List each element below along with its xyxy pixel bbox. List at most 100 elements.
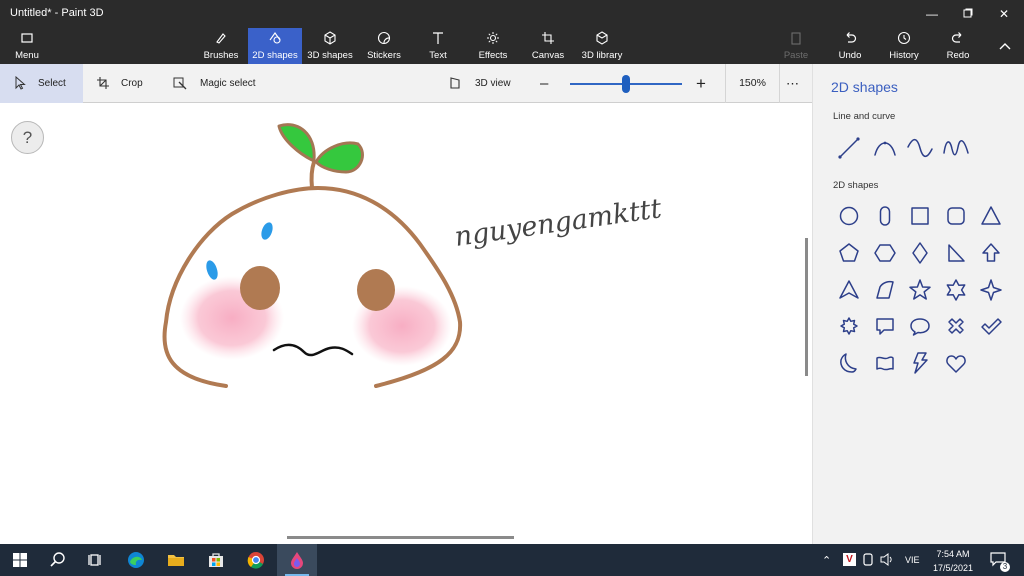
edge-icon [128, 552, 144, 568]
zoom-percentage[interactable]: 150% [725, 64, 780, 103]
paste-button[interactable]: Paste [780, 28, 812, 64]
tab-stickers[interactable]: Stickers [362, 28, 406, 64]
taskbar: ⌃ V VIE 7:54 AM 17/5/2021 3 [0, 544, 1024, 576]
tab-label: Text [429, 50, 447, 61]
zoom-out-button[interactable]: – [540, 64, 556, 103]
wave-curve-icon[interactable] [941, 133, 971, 163]
diamond-icon[interactable] [905, 238, 935, 268]
paint-3d-app[interactable] [277, 544, 317, 576]
open-triangle-icon[interactable] [834, 275, 864, 305]
check-icon[interactable] [976, 311, 1006, 341]
2d-shapes-heading: 2D shapes [833, 180, 879, 191]
banner-icon[interactable] [870, 348, 900, 378]
circle-icon[interactable] [834, 201, 864, 231]
triangle-icon[interactable] [976, 201, 1006, 231]
rounded-pill-icon[interactable] [870, 201, 900, 231]
history-button[interactable]: History [884, 28, 924, 64]
right-triangle-icon[interactable] [941, 238, 971, 268]
tab-canvas[interactable]: Canvas [528, 28, 568, 64]
task-view-icon [88, 554, 101, 566]
panel-title: 2D shapes [831, 79, 898, 95]
quarter-shape-icon[interactable] [870, 275, 900, 305]
arrow-up-icon[interactable] [976, 238, 1006, 268]
notification-count-badge: 3 [1000, 562, 1010, 572]
zoom-in-button[interactable]: + [696, 64, 712, 103]
more-options-button[interactable]: ⋯ [786, 64, 802, 103]
volume-icon[interactable] [880, 553, 894, 568]
history-clock-icon [897, 31, 911, 45]
start-button[interactable] [0, 544, 40, 576]
canvas-crop-icon [542, 32, 554, 44]
edge-app[interactable] [116, 544, 156, 576]
tab-label: Effects [478, 50, 508, 61]
close-button[interactable]: ✕ [990, 4, 1018, 24]
square-icon[interactable] [905, 201, 935, 231]
burst-icon[interactable] [834, 311, 864, 341]
clock-time[interactable]: 7:54 AM [924, 549, 982, 559]
store-app[interactable] [196, 544, 236, 576]
tab-3d-shapes[interactable]: 3D shapes [306, 28, 354, 64]
pentagon-icon[interactable] [834, 238, 864, 268]
drawing: nguyengamkttt [162, 123, 664, 388]
star-4-icon[interactable] [976, 275, 1006, 305]
undo-button[interactable]: Undo [834, 28, 866, 64]
tab-label: Brushes [203, 50, 239, 61]
search-button[interactable] [38, 544, 78, 576]
show-hidden-icons[interactable]: ⌃ [822, 554, 831, 567]
task-view-button[interactable] [76, 544, 116, 576]
crop-tool[interactable]: Crop [96, 64, 156, 103]
ribbon: Menu Brushes 2D shapes 3D shapes Sticker… [0, 28, 1024, 64]
right-leaf [314, 141, 364, 174]
file-explorer-app[interactable] [156, 544, 196, 576]
star-6-icon[interactable] [941, 275, 971, 305]
left-leaf [277, 123, 316, 162]
select-label: Select [38, 78, 66, 89]
chrome-app[interactable] [236, 544, 276, 576]
tab-brushes[interactable]: Brushes [198, 28, 244, 64]
right-eye [357, 269, 395, 311]
zoom-slider-thumb[interactable] [622, 75, 630, 93]
speech-rectangle-icon[interactable] [870, 311, 900, 341]
antivirus-tray-icon[interactable]: V [843, 553, 856, 566]
tab-effects[interactable]: Effects [474, 28, 512, 64]
tab-2d-shapes[interactable]: 2D shapes [248, 28, 302, 64]
2d-shapes-panel: 2D shapes Line and curve 2D shapes [812, 64, 1024, 544]
collapse-ribbon-button[interactable] [992, 28, 1018, 64]
maximize-button[interactable] [954, 4, 982, 24]
menu-button[interactable]: Menu [6, 28, 48, 64]
paint-3d-window: Untitled* - Paint 3D — ✕ Menu Brushes 2D… [0, 0, 1024, 576]
clock-date[interactable]: 17/5/2021 [924, 563, 982, 573]
tab-text[interactable]: Text [420, 28, 456, 64]
vertical-scrollbar[interactable] [805, 238, 808, 376]
redo-button[interactable]: Redo [942, 28, 974, 64]
speech-oval-icon[interactable] [905, 311, 935, 341]
line-icon[interactable] [834, 133, 864, 163]
history-label: History [889, 50, 919, 61]
crop-label: Crop [121, 78, 143, 89]
redo-label: Redo [946, 50, 970, 61]
line-curve-heading: Line and curve [833, 111, 896, 122]
title-bar: Untitled* - Paint 3D — ✕ [0, 0, 1024, 28]
3d-view-toggle[interactable]: 3D view [449, 64, 519, 103]
tab-3d-library[interactable]: 3D library [578, 28, 626, 64]
s-curve-icon[interactable] [905, 133, 935, 163]
rounded-square-icon[interactable] [941, 201, 971, 231]
lightning-icon[interactable] [905, 348, 935, 378]
drawing-canvas[interactable]: ? nguyengamkttt [0, 104, 812, 544]
device-tray-icon[interactable] [862, 553, 874, 568]
star-5-icon[interactable] [905, 275, 935, 305]
chevron-up-icon [999, 43, 1011, 50]
curve-icon[interactable] [870, 133, 900, 163]
undo-icon [846, 32, 857, 43]
magic-select-tool[interactable]: Magic select [173, 64, 263, 103]
hexagon-icon[interactable] [870, 238, 900, 268]
select-tool[interactable]: Select [0, 64, 83, 103]
heart-icon[interactable] [941, 348, 971, 378]
language-indicator[interactable]: VIE [905, 555, 920, 565]
horizontal-scrollbar[interactable] [287, 536, 514, 539]
brush-icon [216, 33, 226, 44]
window-title: Untitled* - Paint 3D [10, 7, 104, 19]
cross-icon[interactable] [941, 311, 971, 341]
minimize-button[interactable]: — [918, 4, 946, 24]
moon-icon[interactable] [834, 348, 864, 378]
